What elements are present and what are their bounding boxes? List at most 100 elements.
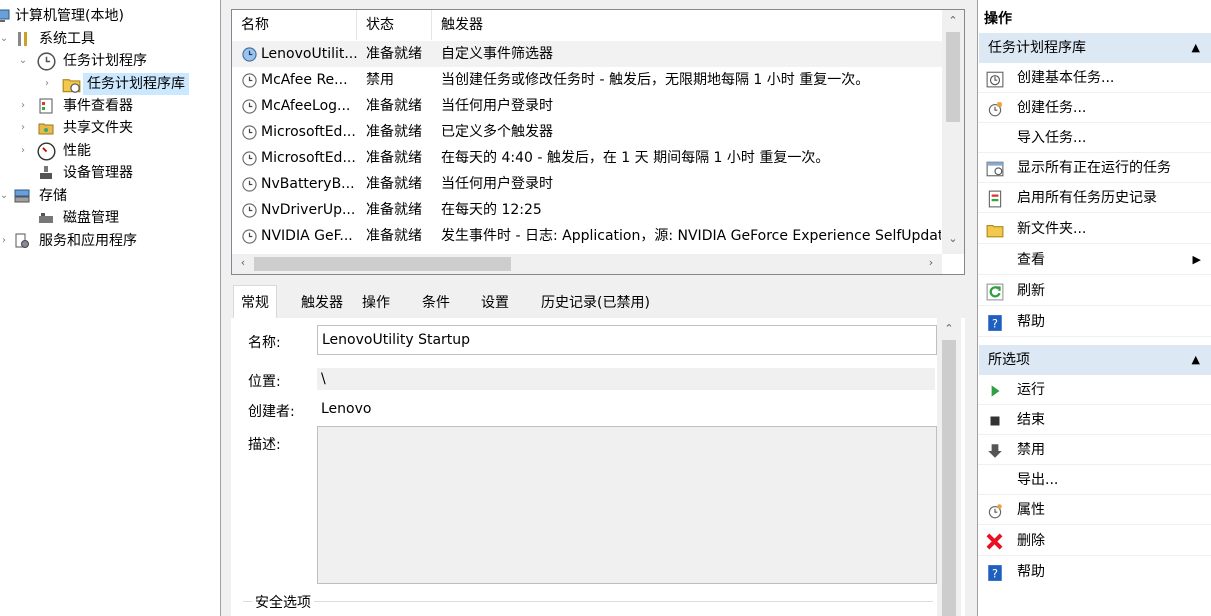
table-row[interactable]: NvBatteryB... 准备就绪 当任何用户登录时 [232, 171, 942, 197]
navigation-tree: 计算机管理(本地) ⌄ 系统工具 ⌄ 任务计划程序 › 任务计划程序库 › 事件… [0, 0, 221, 616]
action-view[interactable]: 查看 ▶ [978, 245, 1211, 275]
scroll-right-icon[interactable]: › [922, 256, 940, 269]
action-run[interactable]: 运行 [978, 375, 1211, 405]
action-import-task[interactable]: 导入任务... [978, 123, 1211, 153]
section-header-task-library[interactable]: 任务计划程序库 ▲ [979, 33, 1211, 63]
task-name: McAfee Re... [261, 72, 348, 88]
task-status: 禁用 [366, 72, 394, 88]
action-label: 结束 [1017, 412, 1045, 428]
clock-icon [37, 52, 56, 71]
action-create-basic-task[interactable]: 创建基本任务... [978, 63, 1211, 93]
action-new-folder[interactable]: 新文件夹... [978, 214, 1211, 244]
table-row[interactable]: McAfee Re... 禁用 当创建任务或修改任务时 - 触发后，无限期地每隔… [232, 67, 942, 93]
task-name: MicrosoftEd... [261, 150, 356, 166]
expand-arrow-icon[interactable]: › [41, 73, 53, 95]
task-status: 准备就绪 [366, 150, 422, 166]
action-help-selected[interactable]: ? 帮助 [978, 557, 1211, 587]
task-trigger: 在每天的 4:40 - 触发后，在 1 天 期间每隔 1 小时 重复一次。 [441, 150, 830, 166]
tree-item-label: 共享文件夹 [63, 120, 133, 136]
expand-arrow-icon[interactable]: › [17, 117, 29, 139]
security-options-group: 安全选项 [243, 592, 933, 616]
tab-general[interactable]: 常规 [233, 285, 277, 319]
new-folder-icon [986, 224, 1004, 238]
action-enable-task-history[interactable]: 启用所有任务历史记录 [978, 183, 1211, 213]
task-clock-icon [242, 47, 257, 62]
task-list-horizontal-scrollbar[interactable]: ‹ › [232, 254, 942, 274]
action-label: 查看 [1017, 252, 1045, 268]
collapse-triangle-icon[interactable]: ▲ [1192, 33, 1200, 63]
scroll-thumb[interactable] [942, 340, 956, 616]
task-clock-icon [242, 151, 257, 166]
action-label: 启用所有任务历史记录 [1017, 190, 1157, 206]
action-label: 删除 [1017, 533, 1045, 549]
task-status: 准备就绪 [366, 98, 422, 114]
task-trigger: 自定义事件筛选器 [441, 46, 553, 62]
scroll-thumb[interactable] [946, 32, 960, 122]
column-header-trigger[interactable]: 触发器 [432, 10, 942, 40]
column-header-name[interactable]: 名称 [232, 10, 357, 40]
expand-arrow-icon[interactable]: ⌄ [17, 50, 29, 72]
location-label: 位置: [248, 374, 281, 390]
action-properties[interactable]: 属性 [978, 495, 1211, 525]
table-row[interactable]: NvDriverUp... 准备就绪 在每天的 12:25 [232, 197, 942, 223]
delete-icon [986, 533, 1003, 550]
author-label: 创建者: [248, 404, 295, 420]
task-clock-icon [242, 99, 257, 114]
scroll-left-icon[interactable]: ‹ [234, 256, 252, 269]
expand-arrow-icon[interactable]: › [17, 95, 29, 117]
collapse-triangle-icon[interactable]: ▲ [1192, 345, 1200, 375]
tab-conditions[interactable]: 条件 [415, 290, 457, 318]
disk-icon [39, 213, 53, 223]
tab-triggers[interactable]: 触发器 [294, 290, 350, 318]
device-manager-icon [40, 166, 52, 179]
action-end[interactable]: 结束 [978, 405, 1211, 435]
action-delete[interactable]: 删除 [978, 526, 1211, 556]
scroll-down-icon[interactable]: ⌄ [944, 232, 962, 245]
details-vertical-scrollbar[interactable]: ⌃ [937, 318, 961, 616]
table-row[interactable]: MicrosoftEd... 准备就绪 在每天的 4:40 - 触发后，在 1 … [232, 145, 942, 171]
expand-arrow-icon[interactable]: ⌄ [0, 185, 10, 207]
table-row[interactable]: NVIDIA GeF... 准备就绪 发生事件时 - 日志: Applicati… [232, 223, 942, 249]
table-row[interactable]: MicrosoftEd... 准备就绪 已定义多个触发器 [232, 119, 942, 145]
action-disable[interactable]: 禁用 [978, 435, 1211, 465]
name-field[interactable]: LenovoUtility Startup [317, 325, 937, 355]
column-header-status[interactable]: 状态 [357, 10, 432, 40]
action-create-task[interactable]: 创建任务... [978, 93, 1211, 123]
task-list-header: 名称 状态 触发器 [232, 10, 942, 40]
tree-item-label: 事件查看器 [63, 98, 133, 114]
task-name: McAfeeLog... [261, 98, 351, 114]
action-show-running-tasks[interactable]: 显示所有正在运行的任务 [978, 153, 1211, 183]
table-row[interactable]: McAfeeLog... 准备就绪 当任何用户登录时 [232, 93, 942, 119]
tab-settings[interactable]: 设置 [474, 290, 516, 318]
action-label: 属性 [1017, 502, 1045, 518]
tab-actions[interactable]: 操作 [355, 290, 397, 318]
general-tab-panel: 名称: LenovoUtility Startup 位置: \ 创建者: Len… [231, 318, 965, 616]
tree-item-label: 存储 [39, 188, 67, 204]
submenu-arrow-icon: ▶ [1192, 253, 1201, 266]
action-refresh[interactable]: 刷新 [978, 276, 1211, 306]
task-status: 准备就绪 [366, 176, 422, 192]
task-name: LenovoUtilit... [261, 46, 357, 62]
description-field[interactable] [317, 426, 937, 584]
section-title: 所选项 [988, 352, 1030, 368]
scroll-up-icon[interactable]: ⌃ [944, 14, 962, 27]
tree-item-label: 性能 [63, 143, 91, 159]
shared-folder-icon [38, 123, 54, 135]
expand-arrow-icon[interactable]: › [17, 140, 29, 162]
section-header-selected-item[interactable]: 所选项 ▲ [979, 345, 1211, 375]
action-export[interactable]: 导出... [978, 465, 1211, 495]
task-trigger: 当任何用户登录时 [441, 176, 553, 192]
task-list-vertical-scrollbar[interactable]: ⌃ ⌄ [942, 10, 964, 254]
tab-history[interactable]: 历史记录(已禁用) [534, 290, 657, 318]
task-name: NvDriverUp... [261, 202, 356, 218]
action-help[interactable]: ? 帮助 [978, 307, 1211, 337]
tools-icon [18, 32, 27, 46]
table-row[interactable]: LenovoUtilit... 准备就绪 自定义事件筛选器 [232, 41, 942, 67]
tree-item-label: 设备管理器 [63, 165, 133, 181]
scroll-thumb[interactable] [254, 257, 511, 271]
task-name: MicrosoftEd... [261, 124, 356, 140]
expand-arrow-icon[interactable]: › [0, 230, 10, 252]
scroll-up-icon[interactable]: ⌃ [940, 322, 958, 335]
expand-arrow-icon[interactable]: ⌄ [0, 28, 10, 50]
task-list: 名称 状态 触发器 LenovoUtilit... 准备就绪 自定义事件筛选器 … [231, 9, 965, 275]
